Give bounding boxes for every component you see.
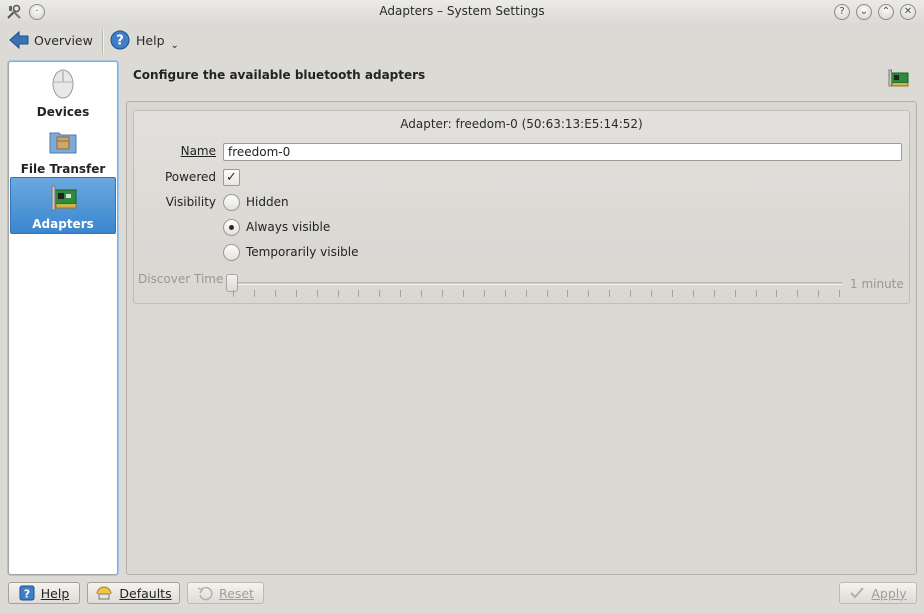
adapter-group-title: Adapter: freedom-0 (50:63:13:E5:14:52) — [400, 117, 643, 131]
slider-tick — [630, 290, 632, 297]
discover-time-value: 1 minute — [850, 277, 904, 291]
maximize-button[interactable]: ⌃ — [878, 4, 894, 20]
sidebar-item-label: File Transfer — [20, 162, 106, 176]
visibility-label: Visibility — [165, 195, 216, 209]
slider-tick — [755, 290, 757, 297]
slider-tick — [358, 290, 360, 297]
slider-tick — [818, 290, 820, 297]
help-button[interactable]: ? Help — [8, 582, 80, 604]
slider-tick — [567, 290, 569, 297]
name-field[interactable] — [223, 143, 902, 161]
title-bar: · Adapters – System Settings ? ⌄ ⌃ ✕ — [0, 0, 924, 24]
reset-button-label: Reset — [219, 585, 254, 601]
always-visible-radio-label[interactable]: Always visible — [246, 220, 330, 234]
minimize-button[interactable]: ⌄ — [856, 4, 872, 20]
slider-tick — [588, 290, 590, 297]
slider-tick — [609, 290, 611, 297]
help-menu-button[interactable]: ? Help ⌄ — [110, 28, 179, 52]
undo-icon — [197, 586, 213, 601]
slider-tick — [442, 290, 443, 297]
apply-button[interactable]: Apply — [839, 582, 917, 604]
back-arrow-icon — [9, 30, 29, 50]
always-visible-radio[interactable] — [223, 219, 240, 236]
help-icon: ? — [19, 585, 35, 601]
slider-tick — [504, 290, 506, 297]
slider-tick — [713, 290, 715, 297]
folder-icon — [49, 132, 77, 154]
slider-tick — [337, 290, 339, 297]
sidebar-item-label: Adapters — [32, 217, 94, 231]
powered-label: Powered — [164, 170, 216, 184]
close-button[interactable]: ✕ — [900, 4, 916, 20]
discover-time-slider-handle[interactable] — [226, 274, 238, 292]
slider-tick — [671, 290, 673, 297]
slider-tick — [651, 290, 652, 297]
slider-tick — [462, 290, 464, 297]
defaults-button-label: Defaults — [119, 585, 172, 601]
help-label: Help — [136, 32, 165, 48]
slider-tick — [421, 290, 423, 297]
slider-tick — [797, 290, 799, 297]
hidden-radio-label[interactable]: Hidden — [246, 195, 289, 209]
slider-tick — [692, 290, 694, 297]
slider-tick — [839, 290, 841, 297]
sidebar-item-devices[interactable]: Devices — [10, 64, 116, 121]
slider-tick — [379, 290, 381, 297]
slider-tick — [776, 290, 778, 297]
slider-tick — [316, 290, 318, 297]
svg-text:?: ? — [24, 588, 30, 601]
temporarily-visible-radio-label[interactable]: Temporarily visible — [246, 245, 358, 259]
network-card-icon — [51, 185, 77, 211]
sidebar: Devices File Transfer Adapters — [8, 61, 118, 575]
mouse-icon — [52, 69, 74, 99]
sidebar-item-label: Devices — [36, 105, 90, 119]
window-title: Adapters – System Settings — [379, 4, 545, 18]
name-label: Name — [180, 144, 216, 158]
slider-tick — [546, 290, 548, 297]
discover-time-label: Discover Time — [138, 272, 224, 286]
overview-label: Overview — [34, 32, 93, 48]
temporarily-visible-radio[interactable] — [223, 244, 240, 261]
network-card-icon — [888, 69, 909, 87]
powered-checkbox[interactable]: ✓ — [223, 169, 240, 186]
slider-tick — [233, 290, 234, 297]
slider-tick — [525, 290, 527, 297]
slider-tick — [274, 290, 276, 297]
toolbar-separator — [102, 30, 103, 54]
overview-button[interactable]: Overview — [8, 28, 93, 52]
slider-tick — [400, 290, 402, 297]
checkmark-icon — [850, 587, 865, 599]
defaults-button[interactable]: Defaults — [87, 582, 180, 604]
toolbar: Overview ? Help ⌄ — [0, 24, 924, 58]
page-title: Configure the available bluetooth adapte… — [133, 68, 426, 82]
slider-tick — [734, 290, 736, 297]
help-button-label: Help — [40, 585, 70, 601]
slider-tick — [295, 290, 297, 297]
slider-tick — [483, 290, 485, 297]
slider-tick — [253, 290, 255, 297]
help-icon: ? — [110, 30, 130, 50]
sidebar-item-file-transfer[interactable]: File Transfer — [10, 121, 116, 178]
hidden-radio[interactable] — [223, 194, 240, 211]
discover-time-slider-track[interactable] — [232, 282, 842, 285]
sidebar-item-adapters[interactable]: Adapters — [10, 177, 116, 234]
chevron-down-icon: ⌄ — [170, 39, 179, 51]
reset-button[interactable]: Reset — [187, 582, 264, 604]
apply-button-label: Apply — [871, 585, 907, 601]
restore-defaults-icon — [96, 586, 112, 600]
context-help-button[interactable]: ? — [834, 4, 850, 20]
svg-text:?: ? — [116, 34, 124, 49]
